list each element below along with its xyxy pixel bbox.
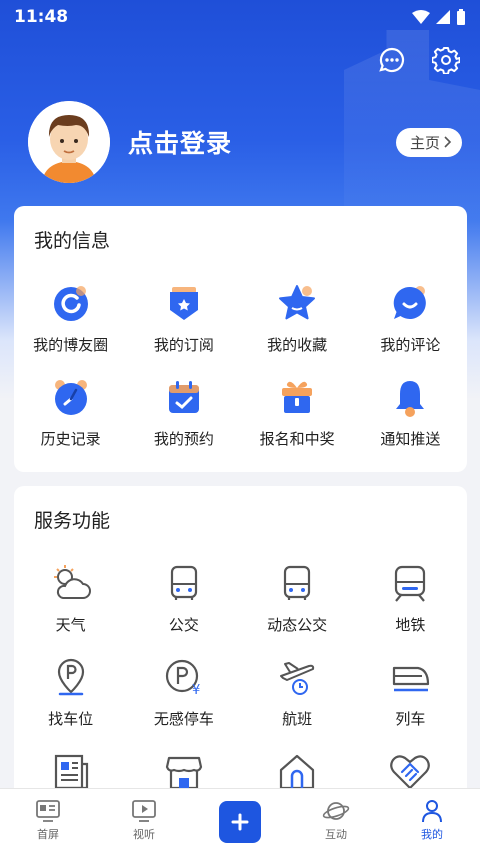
live-bus-icon: [284, 565, 311, 600]
status-icons: [412, 9, 466, 25]
bus-icon: [170, 565, 197, 600]
info-item-label: 我的收藏: [267, 336, 328, 354]
info-item-label: 历史记录: [40, 430, 101, 448]
service-flights[interactable]: 航班: [241, 648, 354, 742]
tab-publish[interactable]: [192, 789, 288, 843]
publish-button[interactable]: [219, 801, 261, 843]
tab-video[interactable]: 视听: [96, 789, 192, 842]
paid-parking-icon: ¥: [165, 659, 200, 698]
gear-icon: [432, 47, 460, 74]
message-button[interactable]: [376, 44, 408, 76]
my-info-grid: 我的博友圈 我的订阅 我的收藏 我的评论 历史记录 我的预约 报名和中奖 通知推…: [14, 274, 467, 462]
video-icon: [132, 800, 156, 822]
tab-home-screen[interactable]: 首屏: [0, 789, 96, 842]
newspaper-icon: [54, 754, 88, 790]
service-label: 动态公交: [267, 616, 328, 634]
svg-text:¥: ¥: [192, 683, 200, 698]
service-paid-parking[interactable]: ¥ 无感停车: [127, 648, 240, 742]
info-item-signup-prizes[interactable]: 报名和中奖: [241, 368, 354, 462]
bell-icon: [396, 381, 425, 417]
home-page-button[interactable]: 主页: [395, 127, 462, 157]
signal-icon: [436, 10, 450, 24]
my-info-title: 我的信息: [34, 230, 111, 252]
service-label: 列车: [395, 710, 426, 728]
bottom-tab-bar: 首屏 视听 互动 我的: [0, 788, 480, 854]
my-info-card: 我的信息 我的博友圈 我的订阅 我的收藏 我的评论 历史记录 我的预约 报名和中…: [14, 206, 467, 472]
service-weather[interactable]: 天气: [14, 554, 127, 648]
service-live-bus[interactable]: 动态公交: [241, 554, 354, 648]
battery-icon: [457, 9, 465, 25]
boy-avatar-icon: [28, 101, 110, 183]
service-find-parking[interactable]: 找车位: [14, 648, 127, 742]
wifi-icon: [412, 10, 430, 24]
settings-button[interactable]: [430, 44, 462, 76]
handshake-heart-icon: [390, 755, 431, 790]
train-icon: [393, 666, 430, 692]
tab-mine[interactable]: 我的: [384, 789, 480, 842]
service-label: 找车位: [48, 710, 94, 728]
tab-interact[interactable]: 互动: [288, 789, 384, 842]
service-label: 天气: [55, 616, 86, 634]
service-label: 地铁: [395, 616, 426, 634]
chat-bubble-icon: [379, 47, 405, 73]
avatar[interactable]: [28, 101, 110, 183]
service-label: 航班: [282, 710, 313, 728]
profile-row: 点击登录 主页: [28, 100, 462, 184]
info-item-label: 通知推送: [380, 430, 441, 448]
house-icon: [280, 754, 315, 790]
plus-icon: [231, 813, 249, 831]
person-icon: [422, 800, 442, 823]
home-page-label: 主页: [409, 133, 440, 152]
clock-icon: [54, 380, 87, 415]
chevron-right-icon: [444, 136, 452, 148]
info-item-favorites[interactable]: 我的收藏: [241, 274, 354, 368]
info-item-history[interactable]: 历史记录: [14, 368, 127, 462]
tab-label: 视听: [133, 828, 155, 841]
tab-label: 互动: [325, 828, 347, 841]
info-item-label: 我的订阅: [153, 336, 214, 354]
parking-icon: [57, 658, 84, 696]
gift-icon: [282, 381, 313, 413]
service-bus[interactable]: 公交: [127, 554, 240, 648]
header-actions: [376, 44, 462, 76]
login-link[interactable]: 点击登录: [128, 124, 396, 160]
ring-icon: [53, 286, 88, 321]
info-item-label: 我的博友圈: [33, 336, 109, 354]
service-label: 无感停车: [153, 710, 214, 728]
status-bar: 11:48: [0, 0, 480, 34]
flight-icon: [280, 662, 315, 695]
info-item-moments[interactable]: 我的博友圈: [14, 274, 127, 368]
subscribe-icon: [169, 287, 198, 320]
tab-label: 我的: [421, 828, 443, 841]
calendar-icon: [168, 381, 199, 413]
subway-icon: [395, 565, 426, 602]
info-item-subscription[interactable]: 我的订阅: [127, 274, 240, 368]
info-item-notifications[interactable]: 通知推送: [354, 368, 467, 462]
info-item-comments[interactable]: 我的评论: [354, 274, 467, 368]
service-trains[interactable]: 列车: [354, 648, 467, 742]
service-label: 公交: [168, 616, 199, 634]
star-icon: [279, 285, 316, 320]
services-title: 服务功能: [34, 510, 111, 532]
info-item-appointments[interactable]: 我的预约: [127, 368, 240, 462]
tab-label: 首屏: [37, 828, 59, 841]
info-item-label: 我的预约: [153, 430, 214, 448]
store-icon: [165, 756, 202, 790]
info-item-label: 报名和中奖: [259, 430, 335, 448]
planet-icon: [322, 802, 350, 820]
status-time: 11:48: [14, 7, 69, 27]
comment-icon: [394, 286, 427, 319]
info-item-label: 我的评论: [380, 336, 441, 354]
services-card: 服务功能 天气 公交 动态公交 地铁 找车位 ¥ 无感停车 航班 列车: [14, 486, 467, 806]
home-screen-icon: [36, 800, 60, 822]
weather-icon: [53, 565, 91, 599]
service-subway[interactable]: 地铁: [354, 554, 467, 648]
